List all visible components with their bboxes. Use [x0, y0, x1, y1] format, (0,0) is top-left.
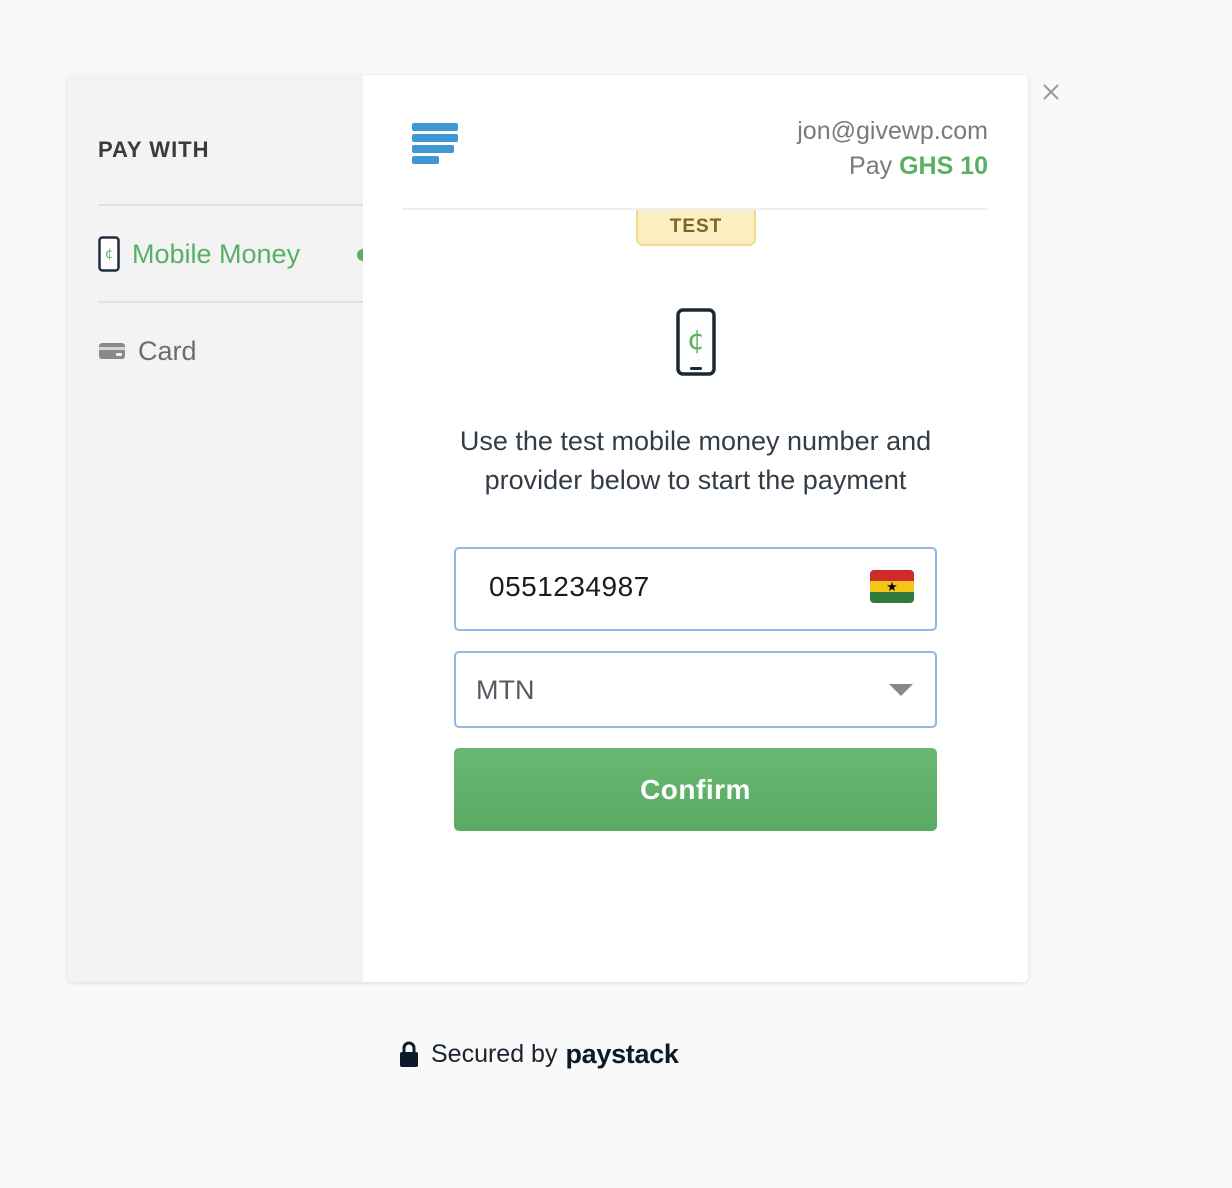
- payment-modal: PAY WITH ¢ Mobile Money Card jon@givewp.…: [67, 75, 1028, 982]
- test-mode-badge: TEST: [636, 210, 756, 246]
- sidebar-item-mobile-money[interactable]: ¢ Mobile Money: [98, 207, 369, 301]
- secured-by-text: Secured by: [431, 1039, 558, 1068]
- phone-number-field[interactable]: 0551234987 ★: [454, 547, 937, 631]
- card-icon: [99, 343, 125, 359]
- pay-amount-line: Pay GHS 10: [849, 152, 988, 181]
- chevron-down-icon: [889, 684, 913, 696]
- paystack-brand: paystack: [565, 1038, 679, 1069]
- phone-number-value: 0551234987: [489, 571, 650, 602]
- mobile-money-icon: ¢: [98, 236, 120, 272]
- customer-email: jon@givewp.com: [797, 117, 988, 145]
- mobile-money-illustration-icon: ¢: [676, 308, 716, 376]
- provider-select-value: MTN: [476, 675, 535, 705]
- instructions-text: Use the test mobile money number and pro…: [403, 422, 988, 500]
- instructions-line: provider below to start the payment: [484, 465, 907, 495]
- sidebar-divider: [98, 204, 363, 206]
- confirm-button[interactable]: Confirm: [454, 748, 937, 831]
- pay-prefix: Pay: [849, 152, 893, 180]
- payment-method-sidebar: PAY WITH ¢ Mobile Money Card: [67, 75, 369, 982]
- provider-select[interactable]: MTN: [454, 651, 937, 728]
- payment-panel: jon@givewp.com Pay GHS 10 TEST ¢ Use the…: [363, 75, 1028, 982]
- svg-text:¢: ¢: [687, 323, 705, 356]
- sidebar-item-label: Mobile Money: [132, 238, 301, 269]
- secured-by-footer: Secured by paystack: [399, 1036, 679, 1072]
- close-icon[interactable]: [1040, 81, 1062, 103]
- sidebar-item-label: Card: [138, 335, 197, 366]
- sidebar-divider: [98, 301, 363, 303]
- sidebar-item-card[interactable]: Card: [98, 304, 363, 398]
- pay-with-heading: PAY WITH: [98, 137, 210, 162]
- svg-text:¢: ¢: [105, 247, 113, 262]
- instructions-line: Use the test mobile money number and: [459, 426, 932, 456]
- lock-icon: [400, 1041, 418, 1067]
- ghana-flag-icon: ★: [870, 570, 914, 603]
- merchant-logo: [412, 123, 458, 164]
- pay-amount: GHS 10: [899, 152, 988, 180]
